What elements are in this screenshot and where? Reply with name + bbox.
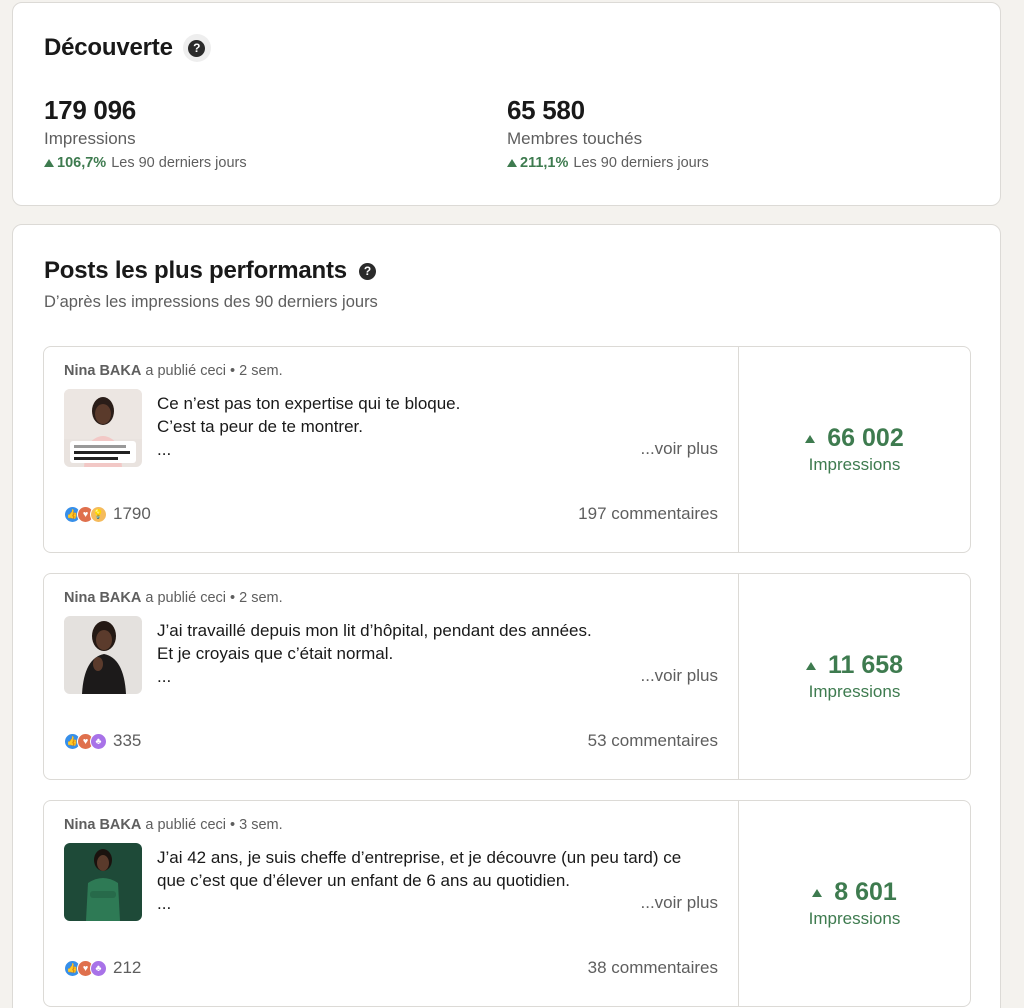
reaction-icons: 👍 ♥ ♣ (64, 959, 107, 977)
post-impressions: 66 002 Impressions (739, 347, 970, 552)
impressions-label: Impressions (808, 682, 901, 701)
post-card[interactable]: Nina BAKA a publié ceci • 2 sem. J’ai tr… (43, 573, 971, 780)
metric-trend: 106,7% Les 90 derniers jours (44, 155, 247, 171)
trend-period: Les 90 derniers jours (111, 155, 247, 171)
post-content[interactable]: Nina BAKA a publié ceci • 3 sem. J’ai 42… (44, 801, 739, 1006)
post-content[interactable]: Nina BAKA a publié ceci • 2 sem. Ce n’es… (44, 347, 739, 552)
reactions-number: 335 (113, 731, 142, 750)
impressions-value: 66 002 (805, 424, 904, 453)
metric-label: Impressions (44, 129, 136, 148)
metric-members-reached: 65 580 Membres touchés 211,1% Les 90 der… (507, 95, 709, 171)
arrow-up-icon (507, 159, 517, 167)
post-meta: Nina BAKA a publié ceci • 2 sem. (64, 363, 283, 379)
post-text: J’ai 42 ans, je suis cheffe d’entreprise… (157, 846, 717, 915)
post-action: a publié ceci • 2 sem. (141, 363, 283, 379)
post-action: a publié ceci • 2 sem. (141, 590, 283, 606)
reactions-count[interactable]: 👍 ♥ ♣ 212 (64, 958, 141, 978)
metric-label: Membres touchés (507, 129, 643, 148)
trend-up: 106,7% (44, 155, 106, 171)
trend-period: Les 90 derniers jours (573, 155, 709, 171)
post-action: a publié ceci • 3 sem. (141, 817, 283, 833)
reactions-number: 1790 (113, 504, 151, 523)
reaction-icons: 👍 ♥ 💡 (64, 505, 107, 523)
question-circle-icon: ? (188, 39, 206, 57)
discovery-title-row: Découverte ? (44, 34, 211, 62)
trend-up: 211,1% (507, 155, 568, 171)
discovery-card: Découverte ? 179 096 Impressions 106,7% … (12, 2, 1001, 206)
post-text-line: ... (157, 667, 172, 686)
see-more-link[interactable]: ...voir plus (641, 893, 718, 913)
metric-trend: 211,1% Les 90 derniers jours (507, 155, 709, 171)
reactions-number: 212 (113, 958, 142, 977)
discovery-help-button[interactable]: ? (182, 34, 211, 62)
post-thumbnail[interactable] (64, 616, 142, 694)
post-meta: Nina BAKA a publié ceci • 3 sem. (64, 817, 283, 833)
post-content[interactable]: Nina BAKA a publié ceci • 2 sem. J’ai tr… (44, 574, 739, 779)
impressions-number: 11 658 (827, 651, 904, 679)
post-text-line: ... (157, 894, 172, 913)
post-author[interactable]: Nina BAKA (64, 817, 141, 833)
discovery-title: Découverte (44, 34, 173, 61)
top-posts-title-row: Posts les plus performants ? (44, 257, 376, 285)
post-text: J’ai travaillé depuis mon lit d’hôpital,… (157, 619, 717, 688)
arrow-up-icon (805, 661, 816, 670)
impressions-number: 8 601 (834, 878, 897, 906)
support-reaction-icon: ♣ (90, 732, 107, 750)
comments-count[interactable]: 38 commentaires (588, 958, 718, 978)
post-text-line: que c’est que d’élever un enfant de 6 an… (157, 871, 571, 890)
post-author[interactable]: Nina BAKA (64, 590, 141, 606)
question-circle-icon[interactable]: ? (358, 262, 376, 280)
arrow-up-icon (812, 888, 823, 897)
metric-impressions: 179 096 Impressions 106,7% Les 90 dernie… (44, 95, 247, 171)
reactions-count[interactable]: 👍 ♥ 💡 1790 (64, 504, 151, 524)
post-thumbnail[interactable] (64, 843, 142, 921)
post-thumbnail[interactable] (64, 389, 142, 467)
post-text-line: Et je croyais que c’était normal. (157, 644, 394, 663)
post-text-line: J’ai travaillé depuis mon lit d’hôpital,… (157, 621, 592, 640)
impressions-number: 66 002 (827, 424, 904, 452)
arrow-up-icon (44, 159, 54, 167)
support-reaction-icon: ♣ (90, 959, 107, 977)
comments-count[interactable]: 53 commentaires (588, 731, 718, 751)
trend-percent: 106,7% (57, 155, 107, 171)
trend-percent: 211,1% (520, 155, 569, 171)
post-text-line: Ce n’est pas ton expertise qui te bloque… (157, 394, 461, 413)
insightful-reaction-icon: 💡 (90, 505, 107, 523)
arrow-up-icon (805, 434, 816, 443)
impressions-value: 8 601 (812, 878, 897, 907)
post-meta: Nina BAKA a publié ceci • 2 sem. (64, 590, 283, 606)
post-card[interactable]: Nina BAKA a publié ceci • 2 sem. Ce n’es… (43, 346, 971, 553)
impressions-value: 11 658 (805, 651, 904, 680)
post-text-line: J’ai 42 ans, je suis cheffe d’entreprise… (157, 848, 682, 867)
top-posts-title: Posts les plus performants (44, 257, 347, 284)
post-impressions: 11 658 Impressions (739, 574, 970, 779)
post-impressions: 8 601 Impressions (739, 801, 970, 1006)
post-author[interactable]: Nina BAKA (64, 363, 141, 379)
post-card[interactable]: Nina BAKA a publié ceci • 3 sem. J’ai 42… (43, 800, 971, 1007)
top-posts-subtitle: D’après les impressions des 90 derniers … (44, 293, 378, 311)
see-more-link[interactable]: ...voir plus (641, 439, 718, 459)
metric-value: 65 580 (507, 95, 585, 125)
post-text: Ce n’est pas ton expertise qui te bloque… (157, 392, 717, 461)
top-posts-card: Posts les plus performants ? D’après les… (12, 224, 1001, 1008)
metric-value: 179 096 (44, 95, 136, 125)
impressions-label: Impressions (808, 455, 901, 474)
post-text-line: C’est ta peur de te montrer. (157, 417, 363, 436)
comments-count[interactable]: 197 commentaires (578, 504, 718, 524)
reactions-count[interactable]: 👍 ♥ ♣ 335 (64, 731, 141, 751)
impressions-label: Impressions (808, 909, 901, 928)
see-more-link[interactable]: ...voir plus (641, 666, 718, 686)
post-text-line: ... (157, 440, 172, 459)
reaction-icons: 👍 ♥ ♣ (64, 732, 107, 750)
